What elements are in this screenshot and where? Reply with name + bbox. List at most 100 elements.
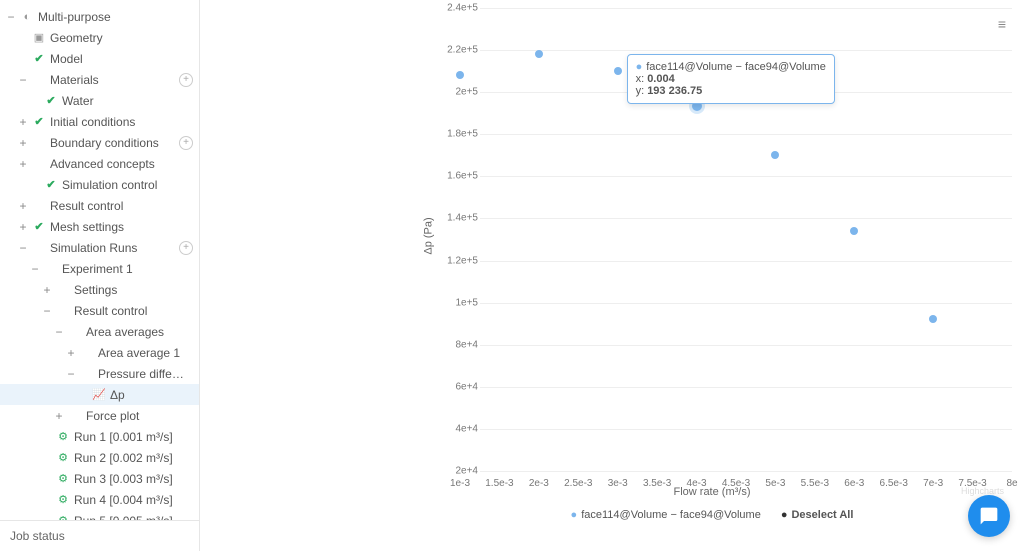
tree-item-label: Pressure diffe… <box>98 367 193 381</box>
gridline <box>480 303 1012 304</box>
gridline <box>480 176 1012 177</box>
geometry-icon: ▣ <box>32 31 46 45</box>
tree-item-label: Settings <box>74 283 193 297</box>
legend-series[interactable]: face114@Volume − face94@Volume <box>571 509 761 521</box>
check-icon: ✔ <box>32 115 46 129</box>
y-tick-label: 8e+4 <box>438 339 478 350</box>
tooltip-series: face114@Volume − face94@Volume <box>636 61 826 73</box>
gear-icon: ⚙ <box>56 451 70 465</box>
tree-item-label: Multi-purpose <box>38 10 193 24</box>
scatter-plot[interactable]: 2e+44e+46e+48e+41e+51.2e+51.4e+51.6e+51.… <box>460 8 1012 471</box>
tree-item-label: Water <box>62 94 193 108</box>
tree-item-label: Run 4 [0.004 m³/s] <box>74 493 193 507</box>
y-tick-label: 1e+5 <box>438 297 478 308</box>
chat-bubble-icon[interactable] <box>968 495 1010 537</box>
tree-item[interactable]: −Experiment 1 <box>0 258 199 279</box>
tree-item[interactable]: ⚙Run 4 [0.004 m³/s] <box>0 489 199 510</box>
check-icon: ✔ <box>32 52 46 66</box>
tree-item-label: Initial conditions <box>50 115 193 129</box>
data-point[interactable] <box>850 227 858 235</box>
job-status-panel[interactable]: Job status <box>0 520 199 551</box>
tree-item-label: Model <box>50 52 193 66</box>
expand-toggle-icon[interactable]: + <box>66 346 76 360</box>
tree-item[interactable]: + ✔ Initial conditions <box>0 111 199 132</box>
y-axis-label: Δp (Pa) <box>423 217 435 254</box>
check-icon: ✔ <box>32 220 46 234</box>
gridline <box>480 134 1012 135</box>
tree-item[interactable]: +Advanced concepts <box>0 153 199 174</box>
expand-toggle-icon[interactable]: + <box>18 199 28 213</box>
expand-toggle-icon[interactable]: − <box>54 325 64 339</box>
tree-item-label: Mesh settings <box>50 220 193 234</box>
y-tick-label: 1.6e+5 <box>438 171 478 182</box>
gridline <box>480 429 1012 430</box>
tree-item[interactable]: ✔Water <box>0 90 199 111</box>
tree-item[interactable]: +Boundary conditions+ <box>0 132 199 153</box>
tree-item-label: Simulation Runs <box>50 241 179 255</box>
tree-item-label: Area average 1 <box>98 346 193 360</box>
expand-toggle-icon[interactable]: + <box>54 409 64 423</box>
tree-item[interactable]: −◐ Multi-purpose <box>0 6 199 27</box>
tree-item[interactable]: +Result control <box>0 195 199 216</box>
expand-toggle-icon[interactable]: − <box>6 10 16 24</box>
tree-item[interactable]: − Pressure diffe… <box>0 363 199 384</box>
data-point[interactable] <box>535 50 543 58</box>
tree-item-label: Run 1 [0.001 m³/s] <box>74 430 193 444</box>
legend-deselect-all[interactable]: Deselect All <box>781 509 854 521</box>
tree-item-label: Simulation control <box>62 178 193 192</box>
expand-toggle-icon[interactable]: − <box>30 262 40 276</box>
gear-icon: ⚙ <box>56 430 70 444</box>
chart-panel: ≡ Δp (Pa) 2e+44e+46e+48e+41e+51.2e+51.4e… <box>200 0 1024 551</box>
tree-item-label: Area averages <box>86 325 193 339</box>
data-point[interactable] <box>929 315 937 323</box>
tree-item[interactable]: ⚙Run 5 [0.005 m³/s] <box>0 510 199 520</box>
multipurpose-icon: ◐ <box>20 10 34 24</box>
expand-toggle-icon[interactable]: + <box>18 136 28 150</box>
y-tick-label: 1.4e+5 <box>438 213 478 224</box>
gridline <box>480 8 1012 9</box>
tree-item[interactable]: ▣Geometry <box>0 27 199 48</box>
expand-toggle-icon[interactable]: − <box>42 304 52 318</box>
tree-item[interactable]: ✔ Model <box>0 48 199 69</box>
tree-item[interactable]: ⚙Run 2 [0.002 m³/s] <box>0 447 199 468</box>
tree-item-label: Force plot <box>86 409 193 423</box>
tree-item[interactable]: + Area average 1 <box>0 342 199 363</box>
expand-toggle-icon[interactable]: + <box>18 157 28 171</box>
tooltip-x: x: 0.004 <box>636 73 826 85</box>
sidebar: −◐Multi-purpose▣Geometry✔Model−Materials… <box>0 0 200 551</box>
tree-item[interactable]: ✔ Simulation control <box>0 174 199 195</box>
expand-toggle-icon[interactable]: + <box>18 220 28 234</box>
tree-item[interactable]: ⚙Run 3 [0.003 m³/s] <box>0 468 199 489</box>
tree-item[interactable]: − Materials+ <box>0 69 199 90</box>
tree-item-label: Result control <box>74 304 193 318</box>
tree-item[interactable]: − Result control <box>0 300 199 321</box>
expand-toggle-icon[interactable]: + <box>42 283 52 297</box>
expand-toggle-icon[interactable]: − <box>18 241 28 255</box>
add-icon[interactable]: + <box>179 73 193 87</box>
y-tick-label: 2.4e+5 <box>438 3 478 14</box>
y-tick-label: 1.8e+5 <box>438 129 478 140</box>
tree-item-label: Δp <box>110 388 193 402</box>
expand-toggle-icon[interactable]: − <box>18 73 28 87</box>
gridline <box>480 50 1012 51</box>
expand-toggle-icon[interactable]: + <box>18 115 28 129</box>
tree-item[interactable]: − Simulation Runs+ <box>0 237 199 258</box>
y-tick-label: 2.2e+5 <box>438 45 478 56</box>
add-icon[interactable]: + <box>179 136 193 150</box>
tree-item-label: Materials <box>50 73 179 87</box>
chart-legend: face114@Volume − face94@Volume Deselect … <box>200 509 1024 521</box>
data-point[interactable] <box>771 151 779 159</box>
tree-item[interactable]: + Force plot <box>0 405 199 426</box>
data-point[interactable] <box>614 67 622 75</box>
expand-toggle-icon[interactable]: − <box>66 367 76 381</box>
tree-item[interactable]: + Settings <box>0 279 199 300</box>
tree-item[interactable]: ⚙ Run 1 [0.001 m³/s] <box>0 426 199 447</box>
check-icon: ✔ <box>44 178 58 192</box>
tree-item[interactable]: + ✔ Mesh settings <box>0 216 199 237</box>
tree-item[interactable]: 📈Δp <box>0 384 199 405</box>
tree-item[interactable]: − Area averages <box>0 321 199 342</box>
add-icon[interactable]: + <box>179 241 193 255</box>
data-point[interactable] <box>456 71 464 79</box>
y-tick-label: 1.2e+5 <box>438 255 478 266</box>
x-axis-label: Flow rate (m³/s) <box>200 486 1024 498</box>
